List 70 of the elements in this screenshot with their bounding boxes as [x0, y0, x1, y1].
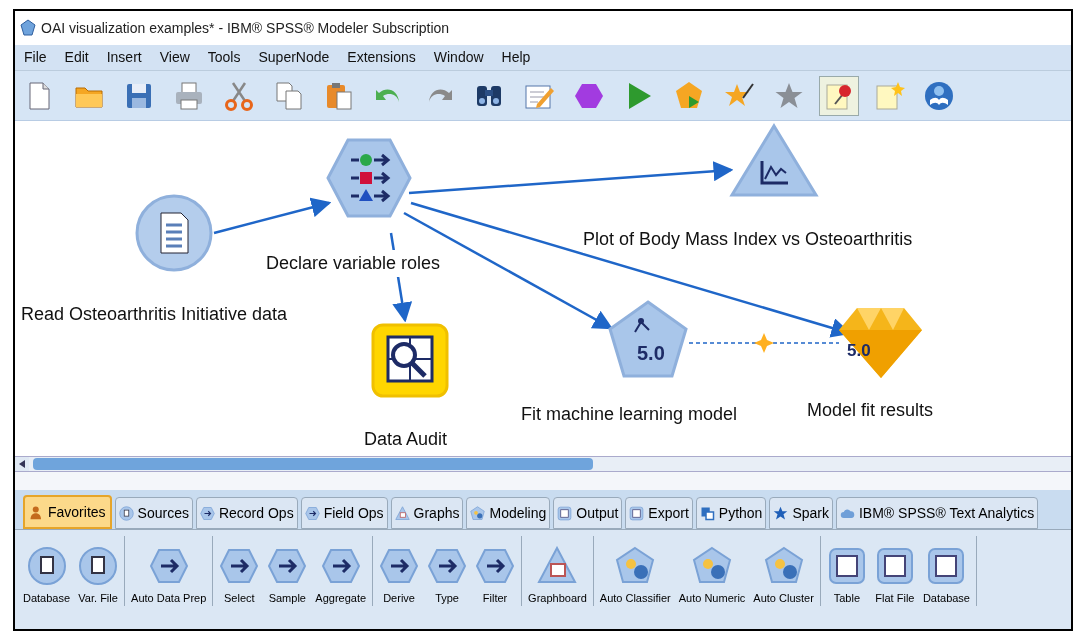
copy-icon [273, 79, 305, 112]
palette-node[interactable]: Select [217, 545, 262, 606]
palette-tab[interactable]: IBM® SPSS® Text Analytics [836, 497, 1039, 529]
palette-tab[interactable]: Record Ops [195, 497, 298, 529]
python-node-icon [699, 505, 715, 521]
process-node-icon [304, 505, 320, 521]
process-node-icon [199, 505, 215, 521]
source-node-icon [118, 505, 134, 521]
menu-item[interactable]: View [150, 47, 199, 68]
spell-check-icon [923, 79, 955, 112]
menu-item[interactable]: Edit [55, 47, 98, 68]
output-node-icon [926, 545, 967, 586]
palette-tab[interactable]: Spark [769, 497, 833, 529]
menu-item[interactable]: Tools [198, 47, 250, 68]
source-node-icon [78, 545, 119, 586]
palette-node[interactable]: Table [824, 545, 869, 606]
palette-node[interactable]: Auto Numeric [676, 545, 748, 606]
left-arrow-icon [19, 460, 25, 468]
palette-tab[interactable]: Python [695, 497, 767, 529]
palette-node[interactable]: Auto Data Prep [129, 545, 209, 606]
palette-node[interactable]: Filter [473, 545, 518, 606]
printer-icon [173, 79, 205, 112]
menu-item[interactable]: SuperNode [249, 47, 339, 68]
palette-tab[interactable]: Output [553, 497, 623, 529]
source-node-icon [134, 193, 214, 273]
star-icon [773, 505, 789, 521]
node-label: Declare variable roles [266, 250, 441, 277]
graph-node-icon [537, 545, 578, 586]
menu-item[interactable]: File [15, 47, 56, 68]
palette-tab[interactable]: Favorites [23, 495, 112, 529]
model-node-icon [470, 505, 486, 521]
palette-node[interactable]: Graphboard [526, 545, 589, 606]
window-title: OAI visualization examples* - IBM® SPSS® Modeler Subscription [41, 18, 450, 38]
palette-node[interactable]: Aggregate [313, 545, 369, 606]
palette-node[interactable]: Database [21, 545, 73, 606]
model-node-icon [692, 545, 733, 586]
output-node-icon [826, 545, 867, 586]
palette-tab[interactable]: Field Ops [300, 497, 388, 529]
scroll-left-button[interactable] [15, 457, 29, 471]
palette-node[interactable]: Sample [265, 545, 310, 606]
output-node-icon [629, 505, 645, 521]
app-logo-icon [19, 19, 37, 37]
output-node-icon [874, 545, 915, 586]
palette-node[interactable]: Auto Classifier [597, 545, 673, 606]
toolbar-button[interactable] [819, 75, 859, 116]
model-node-icon [615, 545, 656, 586]
model-node-icon [763, 545, 804, 586]
palette-tab[interactable]: Sources [114, 497, 193, 529]
palette-node[interactable]: Flat File [872, 545, 917, 606]
palette-tab[interactable]: Export [625, 497, 693, 529]
person-icon [29, 504, 44, 520]
palette-node[interactable]: Type [425, 545, 470, 606]
source-node-icon [26, 545, 67, 586]
type-node-icon [326, 138, 412, 218]
model-version-text: 5.0 [637, 342, 665, 364]
palette-tab[interactable]: Graphs [390, 497, 464, 529]
menu-item[interactable]: Window [424, 47, 493, 68]
palette-tab[interactable]: Modeling [466, 497, 551, 529]
menu-item[interactable]: Insert [97, 47, 151, 68]
palette-node[interactable]: Var. File [76, 545, 121, 606]
menu-item[interactable]: Help [492, 47, 540, 68]
palette-node[interactable]: Database [920, 545, 972, 606]
scroll-thumb[interactable] [33, 458, 593, 470]
palette-node[interactable]: Auto Cluster [751, 545, 816, 606]
data-audit-node-icon [371, 323, 449, 398]
output-node-icon [557, 505, 573, 521]
graph-node-icon [729, 123, 819, 198]
graph-node-icon [394, 505, 410, 521]
menu-item[interactable]: Extensions [338, 47, 425, 68]
palette-node[interactable]: Derive [377, 545, 422, 606]
